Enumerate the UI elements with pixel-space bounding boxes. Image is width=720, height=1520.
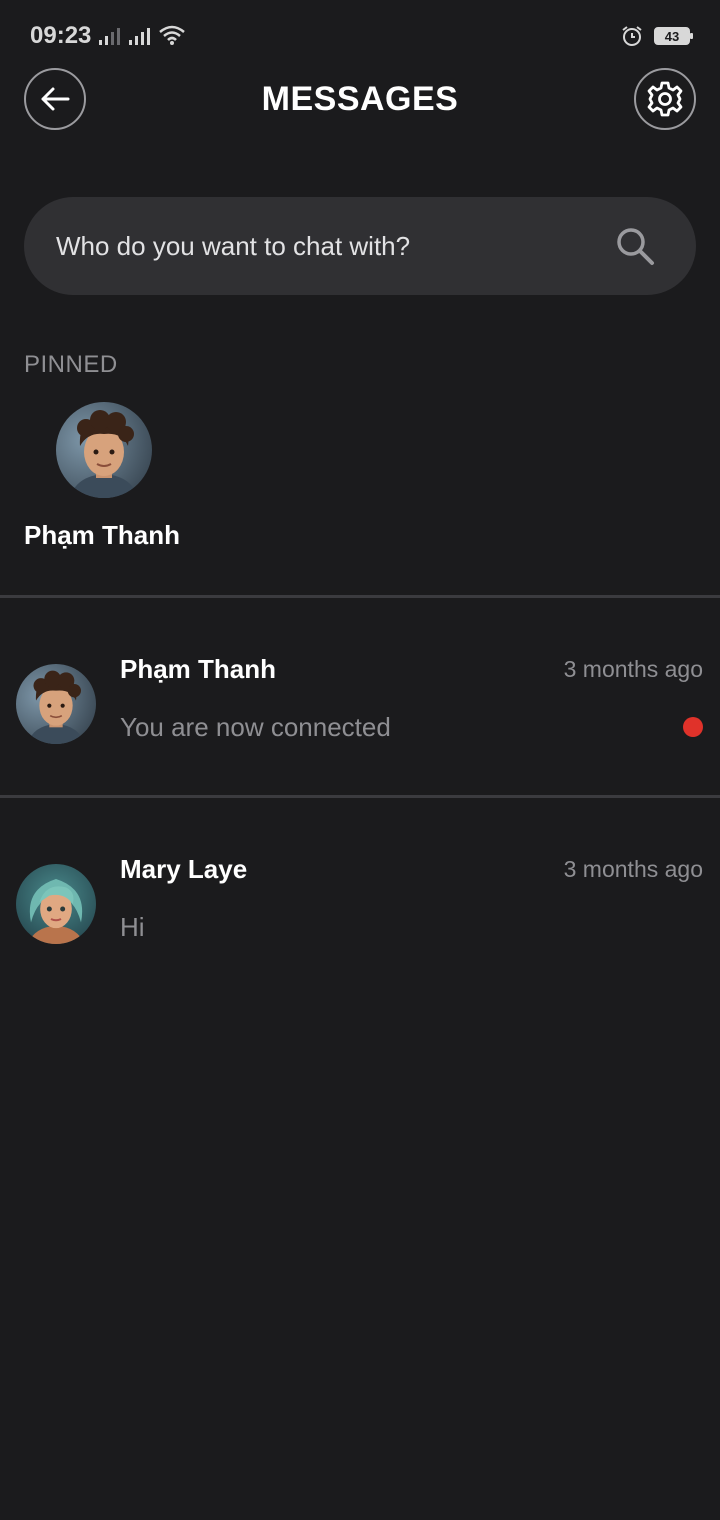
- pinned-contact-name: Phạm Thanh: [24, 520, 181, 550]
- conversation-preview: Hi: [120, 912, 145, 942]
- wifi-icon: [159, 25, 185, 45]
- avatar: [16, 664, 96, 744]
- conversation-item[interactable]: Mary Laye 3 months ago Hi: [0, 798, 720, 998]
- header: MESSAGES: [0, 68, 720, 134]
- conversation-item[interactable]: Phạm Thanh 3 months ago You are now conn…: [0, 598, 720, 798]
- unread-indicator: [683, 717, 703, 737]
- alarm-icon: [622, 26, 642, 46]
- signal-icon: [129, 28, 150, 45]
- search-bar[interactable]: [24, 197, 696, 295]
- search-icon[interactable]: [614, 225, 656, 267]
- conversation-name: Phạm Thanh: [120, 654, 277, 684]
- status-time: 09:23: [30, 22, 92, 49]
- conversation-name: Mary Laye: [120, 854, 248, 884]
- status-bar: 09:23 43: [0, 0, 720, 74]
- page-title: MESSAGES: [261, 80, 459, 118]
- conversation-time: 3 months ago: [563, 656, 703, 682]
- status-icons-right: 43: [620, 24, 693, 48]
- pinned-section-label: PINNED: [24, 351, 118, 378]
- signal-icon: [99, 28, 120, 45]
- avatar: [16, 864, 96, 944]
- gear-icon: [647, 81, 683, 117]
- battery-icon: 43: [654, 27, 693, 45]
- conversation-preview: You are now connected: [120, 712, 391, 742]
- settings-button[interactable]: [634, 68, 696, 130]
- conversation-time: 3 months ago: [563, 856, 703, 882]
- status-icons-left: [98, 24, 186, 46]
- avatar: [56, 402, 152, 498]
- search-input[interactable]: [56, 231, 596, 262]
